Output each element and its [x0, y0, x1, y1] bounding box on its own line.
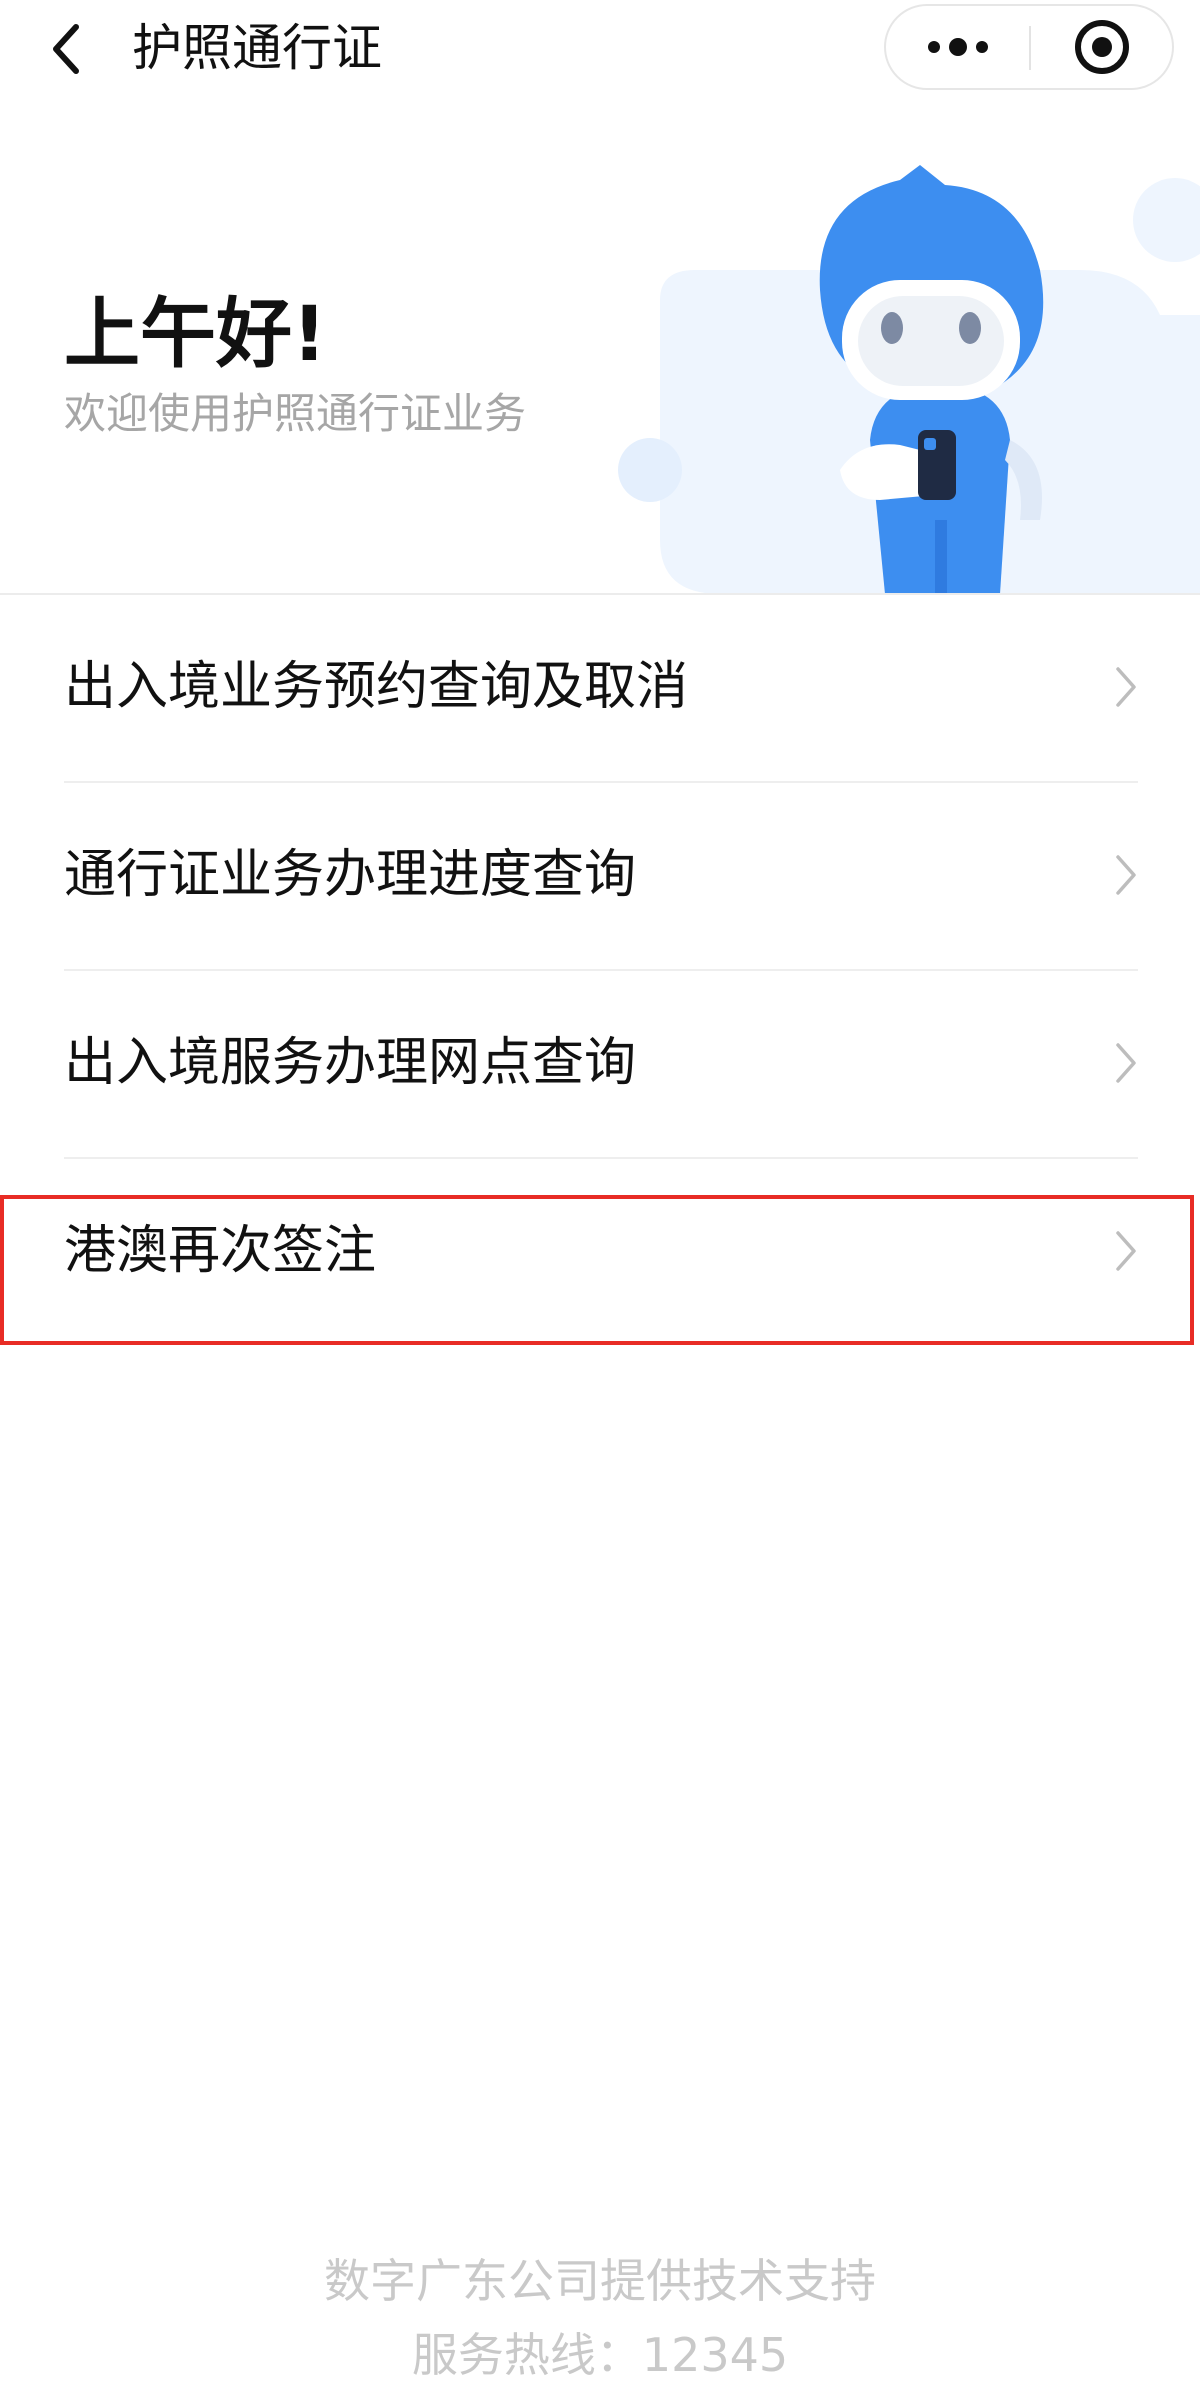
mini-program-capsule: [884, 4, 1174, 90]
mascot-illustration: [618, 165, 1200, 594]
footer-provider: 数字广东公司提供技术支持: [324, 2254, 876, 2308]
menu-item-service-points[interactable]: 出入境服务办理网点查询: [0, 971, 1200, 1159]
chevron-right-icon: [1116, 1043, 1136, 1083]
more-button[interactable]: [886, 6, 1030, 88]
more-dots-icon: [928, 38, 988, 56]
menu-item-hk-macau-endorsement[interactable]: 港澳再次签注: [0, 1159, 1200, 1347]
menu-item-label: 出入境业务预约查询及取消: [64, 657, 689, 717]
welcome-subtitle: 欢迎使用护照通行证业务: [64, 389, 527, 438]
chevron-right-icon: [1116, 667, 1136, 707]
chevron-left-icon: [53, 24, 79, 74]
capsule-divider: [1029, 26, 1031, 70]
back-button[interactable]: [36, 14, 96, 84]
service-menu: 出入境业务预约查询及取消 通行证业务办理进度查询 出入境服务办理网点查询 港澳再…: [0, 595, 1200, 1347]
menu-item-appointment[interactable]: 出入境业务预约查询及取消: [0, 595, 1200, 783]
page-title: 护照通行证: [132, 19, 382, 77]
menu-item-progress[interactable]: 通行证业务办理进度查询: [0, 783, 1200, 971]
footer: 数字广东公司提供技术支持 服务热线：12345: [0, 2252, 1200, 2384]
close-button[interactable]: [1032, 6, 1172, 88]
chevron-right-icon: [1116, 1231, 1136, 1271]
greeting-heading: 上午好!: [64, 289, 327, 378]
menu-item-label: 港澳再次签注: [64, 1221, 377, 1281]
menu-item-label: 通行证业务办理进度查询: [64, 845, 637, 905]
target-circle-icon: [1075, 20, 1129, 74]
menu-item-label: 出入境服务办理网点查询: [64, 1033, 637, 1093]
chevron-right-icon: [1116, 855, 1136, 895]
footer-hotline: 服务热线：12345: [411, 2328, 789, 2382]
nav-bar: 护照通行证: [0, 0, 1200, 100]
